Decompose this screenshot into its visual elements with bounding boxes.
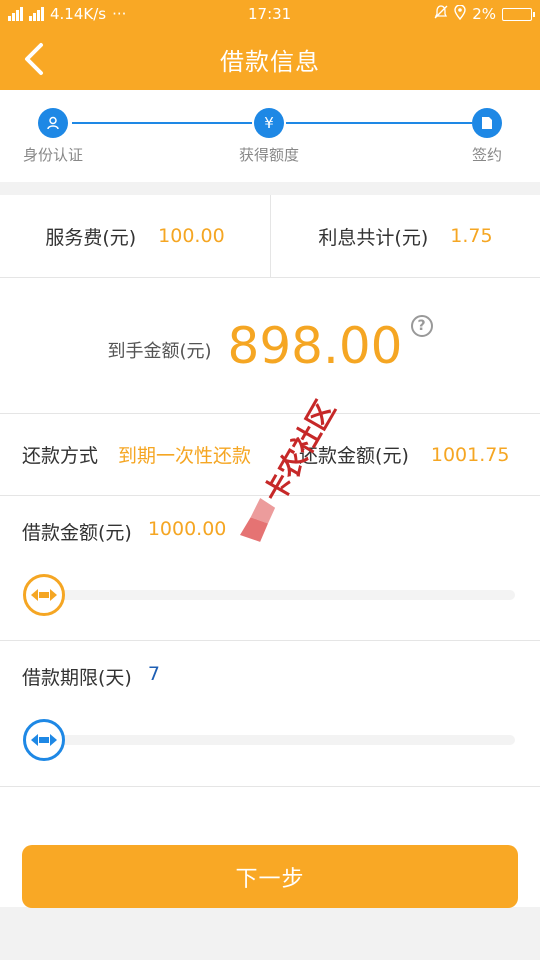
received-amount: 898.00 bbox=[227, 316, 403, 375]
battery-percent: 2% bbox=[472, 5, 496, 23]
service-fee: 服务费(元) 100.00 bbox=[0, 195, 270, 277]
loan-term-value: 7 bbox=[147, 663, 160, 685]
step-identity: 身份认证 bbox=[3, 108, 103, 165]
service-fee-label: 服务费(元) bbox=[45, 226, 137, 249]
header: 借款信息 bbox=[0, 28, 540, 90]
status-time: 17:31 bbox=[248, 5, 292, 23]
repayment-method-label: 还款方式 bbox=[22, 445, 99, 467]
signal-icon-2 bbox=[29, 7, 44, 21]
step-quota: ¥ 获得额度 bbox=[219, 108, 319, 165]
interest-value: 1.75 bbox=[450, 225, 493, 247]
status-bar: 4.14K/s ··· 17:31 2% bbox=[0, 0, 540, 28]
received-amount-section: 到手金额(元) 898.00 ? bbox=[0, 278, 540, 413]
progress-steps: 身份认证 ¥ 获得额度 签约 bbox=[0, 90, 540, 182]
network-speed: 4.14K/s bbox=[50, 5, 107, 23]
loan-term-section: 借款期限(天) 7 bbox=[0, 641, 540, 786]
chevron-left-icon bbox=[25, 43, 43, 75]
user-icon bbox=[38, 108, 68, 138]
signal-icon bbox=[8, 7, 23, 21]
interest-total: 利息共计(元) 1.75 bbox=[270, 195, 540, 277]
document-icon bbox=[472, 108, 502, 138]
received-label: 到手金额(元) bbox=[107, 340, 212, 362]
step-label: 签约 bbox=[471, 146, 502, 164]
interest-label: 利息共计(元) bbox=[318, 226, 429, 249]
battery-icon bbox=[502, 7, 535, 21]
loan-term-slider-thumb[interactable] bbox=[23, 719, 65, 761]
status-left: 4.14K/s ··· bbox=[8, 5, 126, 23]
location-icon bbox=[454, 3, 466, 24]
loan-amount-value: 1000.00 bbox=[147, 518, 227, 540]
bell-off-icon bbox=[434, 5, 448, 23]
step-label: 获得额度 bbox=[238, 146, 299, 164]
status-right: 2% bbox=[434, 3, 535, 24]
repayment-amount-label: 还款金额(元) bbox=[299, 445, 409, 467]
loan-amount-slider-track[interactable] bbox=[40, 590, 515, 600]
repayment-method-value: 到期一次性还款 bbox=[118, 445, 252, 467]
loan-amount-section: 借款金额(元) 1000.00 bbox=[0, 496, 540, 641]
arrows-horizontal-icon bbox=[31, 734, 57, 746]
yuan-icon: ¥ bbox=[254, 108, 284, 138]
loan-term-slider-track[interactable] bbox=[40, 735, 515, 745]
loan-term-label: 借款期限(天) bbox=[22, 667, 132, 689]
loan-term-head: 借款期限(天) 7 bbox=[22, 663, 160, 690]
loan-amount-head: 借款金额(元) 1000.00 bbox=[22, 518, 226, 545]
back-button[interactable] bbox=[8, 28, 60, 90]
fees-row: 服务费(元) 100.00 利息共计(元) 1.75 bbox=[0, 195, 540, 277]
page-title: 借款信息 bbox=[220, 47, 320, 76]
more-dots: ··· bbox=[112, 5, 127, 23]
help-icon[interactable]: ? bbox=[410, 314, 433, 337]
next-step-button[interactable]: 下一步 bbox=[22, 845, 518, 908]
step-sign: 签约 bbox=[437, 108, 537, 165]
loan-amount-label: 借款金额(元) bbox=[22, 522, 132, 544]
repayment-amount-value: 1001.75 bbox=[430, 443, 510, 466]
loan-amount-slider-thumb[interactable] bbox=[23, 574, 65, 616]
arrows-horizontal-icon bbox=[31, 589, 57, 601]
repayment-row: 还款方式 到期一次性还款 还款金额(元) 1001.75 bbox=[0, 414, 540, 495]
step-label: 身份认证 bbox=[22, 146, 83, 164]
service-fee-value: 100.00 bbox=[158, 225, 225, 247]
